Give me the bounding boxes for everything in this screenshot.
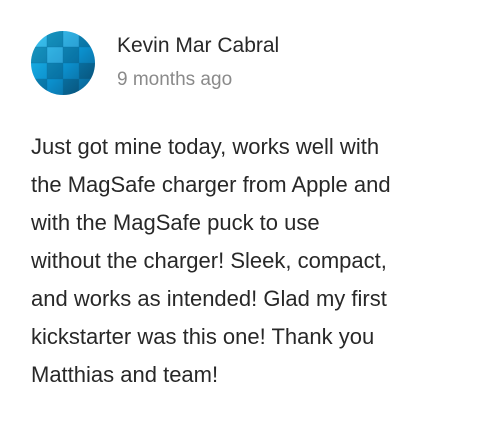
author-name[interactable]: Kevin Mar Cabral (117, 33, 279, 59)
comment-line: and works as intended! Glad my first (31, 286, 387, 311)
comment-line: without the charger! Sleek, compact, (31, 248, 387, 273)
avatar-image (31, 31, 95, 95)
comment-body: Just got mine today, works well with the… (31, 128, 461, 394)
comment-line: the MagSafe charger from Apple and (31, 172, 391, 197)
comment-line: Just got mine today, works well with (31, 134, 380, 159)
comment-timestamp: 9 months ago (117, 69, 233, 90)
avatar[interactable] (31, 31, 95, 95)
comment-line: Matthias and team! (31, 362, 219, 387)
comment-line: with the MagSafe puck to use (31, 210, 320, 235)
comment-card: Kevin Mar Cabral 9 months ago Just got m… (0, 0, 480, 442)
comment-line: kickstarter was this one! Thank you (31, 324, 375, 349)
